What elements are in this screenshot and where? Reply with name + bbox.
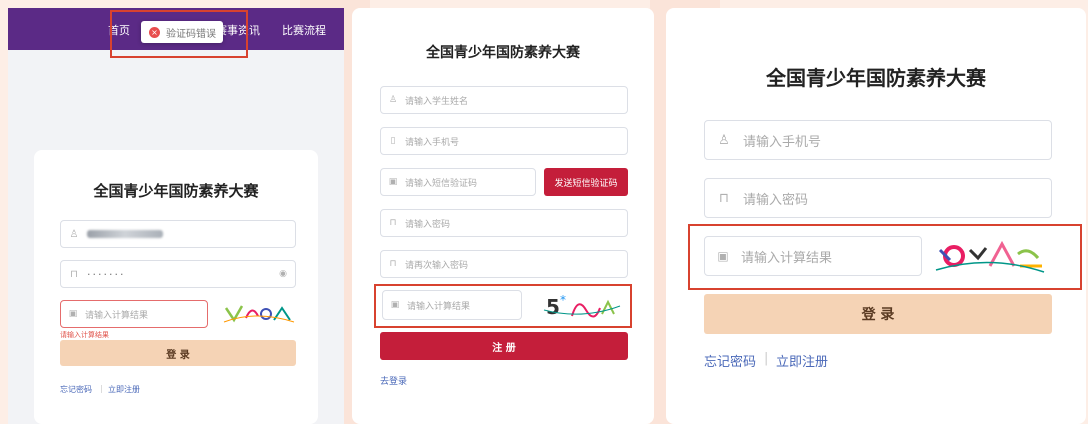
send-sms-button[interactable]: 发送短信验证码: [544, 168, 628, 196]
register-link[interactable]: 立即注册: [776, 351, 828, 370]
name-placeholder: 请输入学生姓名: [405, 96, 469, 107]
svg-text:5: 5: [546, 295, 560, 319]
page-title: 全国青少年国防素养大赛: [93, 182, 259, 200]
password-placeholder: 请输入密码: [743, 192, 809, 208]
captcha-input[interactable]: ▣ 请输入计算结果: [60, 300, 208, 328]
confirm-password-field[interactable]: ⊓ 请再次输入密码: [380, 250, 628, 278]
captcha-image[interactable]: [934, 236, 1046, 280]
phone-icon: ▯: [390, 136, 396, 146]
user-icon: ♙: [69, 228, 79, 240]
register-button[interactable]: 注 册: [380, 332, 628, 360]
register-screenshot: 全国青少年国防素养大赛 ♙ 请输入学生姓名 ▯ 请输入手机号 ▣ 请输入短信验证…: [352, 8, 654, 424]
forgot-password-link[interactable]: 忘记密码: [60, 384, 92, 395]
password-field[interactable]: ⊓ 请输入密码: [704, 178, 1052, 218]
password-field[interactable]: ⊓ 请输入密码: [380, 209, 628, 237]
captcha-image[interactable]: 5 *: [542, 290, 622, 320]
svg-text:*: *: [560, 293, 566, 307]
password-field[interactable]: ⊓ ······· ◉: [60, 260, 296, 288]
login-button[interactable]: 登 录: [704, 294, 1052, 334]
sms-placeholder: 请输入短信验证码: [405, 178, 478, 189]
lock-icon: ⊓: [70, 268, 78, 280]
link-divider: |: [100, 384, 103, 393]
user-icon: ♙: [388, 95, 398, 105]
toast-highlight-box: [110, 10, 248, 58]
login-button[interactable]: 登 录: [60, 340, 296, 366]
page-title: 全国青少年国防素养大赛: [766, 66, 986, 90]
sms-code-field[interactable]: ▣ 请输入短信验证码: [380, 168, 536, 196]
register-link[interactable]: 立即注册: [108, 384, 140, 395]
phone-field[interactable]: ▯ 请输入手机号: [380, 127, 628, 155]
nav-item-process[interactable]: 比赛流程: [282, 22, 326, 38]
captcha-placeholder: 请输入计算结果: [741, 250, 833, 266]
lock-icon: ⊓: [389, 218, 397, 228]
forgot-password-link[interactable]: 忘记密码: [704, 351, 756, 370]
captcha-input[interactable]: ▣ 请输入计算结果: [704, 236, 922, 276]
password-value: ·······: [87, 267, 126, 281]
phone-field[interactable]: ♙ 请输入手机号: [704, 120, 1052, 160]
eye-icon[interactable]: ◉: [279, 269, 287, 279]
captcha-placeholder: 请输入计算结果: [85, 310, 149, 321]
login-error-screenshot: 首页 赛事资讯 比赛流程 × 验证码错误 全国青少年国防素养大赛 ♙ ⊓ ···…: [8, 8, 344, 424]
user-icon: ♙: [718, 132, 730, 148]
username-field[interactable]: ♙: [60, 220, 296, 248]
image-icon: ▣: [68, 309, 78, 319]
captcha-placeholder: 请输入计算结果: [407, 301, 471, 312]
lock-icon: ⊓: [718, 190, 730, 206]
blurred-username: [87, 230, 163, 238]
page-title: 全国青少年国防素养大赛: [426, 45, 580, 61]
student-name-field[interactable]: ♙ 请输入学生姓名: [380, 86, 628, 114]
link-divider: |: [764, 351, 769, 366]
image-icon: ▣: [717, 249, 729, 263]
image-icon: ▣: [388, 177, 398, 187]
go-login-link[interactable]: 去登录: [380, 374, 407, 387]
password-placeholder: 请输入密码: [405, 219, 451, 230]
phone-placeholder: 请输入手机号: [743, 134, 822, 150]
lock-icon: ⊓: [389, 259, 397, 269]
login-card: 全国青少年国防素养大赛 ♙ ⊓ ······· ◉ ▣ 请输入计算结果 请输入计…: [34, 150, 318, 424]
captcha-input[interactable]: ▣ 请输入计算结果: [382, 290, 522, 320]
confirm-password-placeholder: 请再次输入密码: [405, 260, 469, 271]
image-icon: ▣: [390, 300, 400, 310]
captcha-error-text: 请输入计算结果: [60, 331, 109, 339]
phone-placeholder: 请输入手机号: [405, 137, 460, 148]
captcha-image[interactable]: [220, 300, 296, 328]
login-zoom-screenshot: 全国青少年国防素养大赛 ♙ 请输入手机号 ⊓ 请输入密码 ▣ 请输入计算结果 登…: [666, 8, 1086, 424]
